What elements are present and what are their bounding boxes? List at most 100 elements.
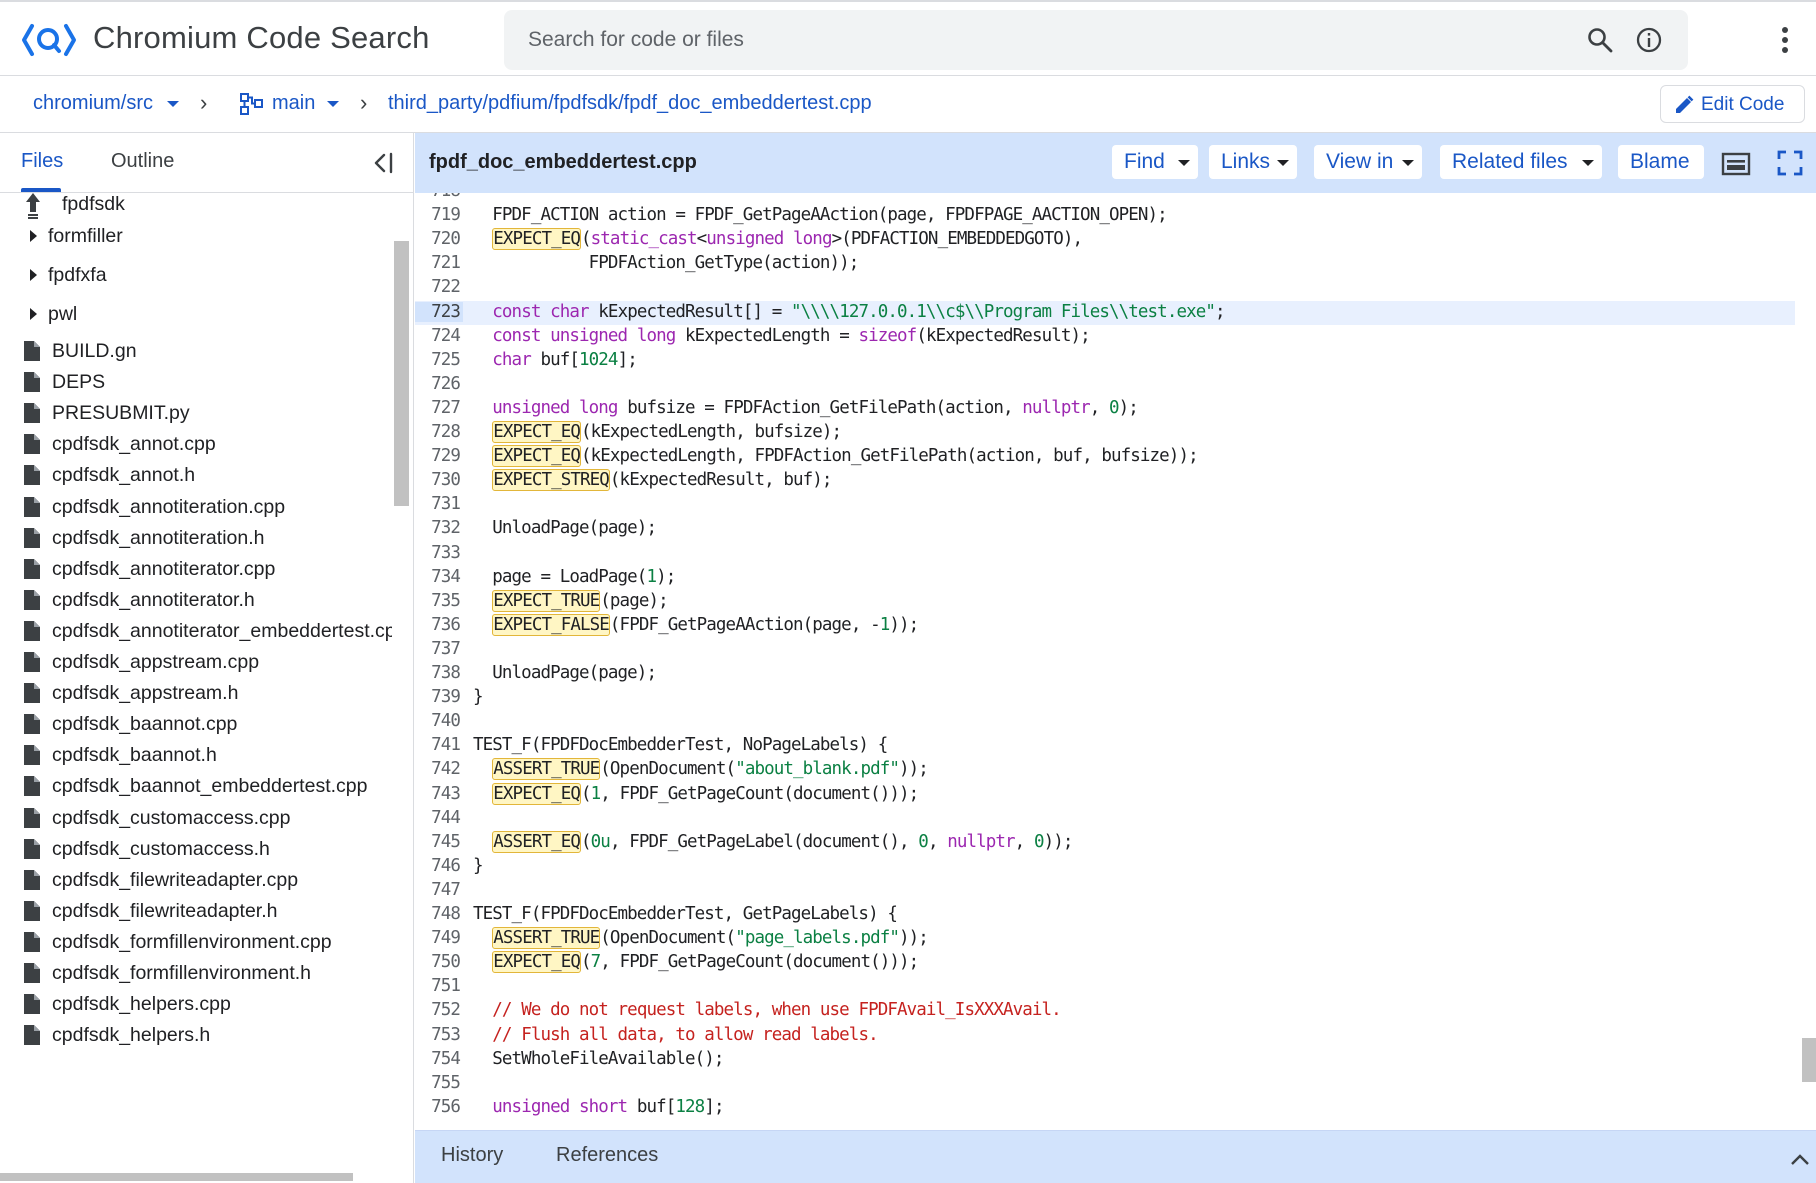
caret-right-icon[interactable] xyxy=(30,230,37,242)
tree-file[interactable]: cpdfsdk_helpers.cpp xyxy=(0,987,392,1021)
line-number[interactable]: 730 xyxy=(415,470,461,490)
line-number[interactable]: 720 xyxy=(415,229,461,249)
line-number[interactable]: 755 xyxy=(415,1073,461,1093)
tree-file[interactable]: cpdfsdk_customaccess.cpp xyxy=(0,801,392,835)
fullscreen-icon[interactable] xyxy=(1777,150,1803,176)
links-button[interactable]: Links xyxy=(1209,145,1297,179)
line-number[interactable]: 747 xyxy=(415,880,461,900)
caret-right-icon[interactable] xyxy=(30,269,37,281)
line-number[interactable]: 748 xyxy=(415,904,461,924)
tree-folder-formfiller[interactable]: formfiller xyxy=(0,219,392,253)
branch-dropdown-caret-icon[interactable] xyxy=(327,101,339,107)
line-number[interactable]: 754 xyxy=(415,1049,461,1069)
find-button[interactable]: Find xyxy=(1112,145,1198,179)
line-number[interactable]: 722 xyxy=(415,277,461,297)
tree-file[interactable]: cpdfsdk_annotiteration.h xyxy=(0,521,392,555)
branch-selector[interactable]: main xyxy=(272,92,315,115)
line-number[interactable]: 742 xyxy=(415,759,461,779)
sidebar-horizontal-scrollbar[interactable] xyxy=(0,1173,353,1181)
line-number[interactable]: 756 xyxy=(415,1097,461,1117)
line-number[interactable]: 736 xyxy=(415,615,461,635)
line-number[interactable]: 729 xyxy=(415,446,461,466)
line-number[interactable]: 750 xyxy=(415,952,461,972)
tree-item-parent[interactable]: fpdfsdk xyxy=(0,187,392,221)
file-path-link[interactable]: third_party/pdfium/fpdfsdk/fpdf_doc_embe… xyxy=(388,92,872,115)
line-number[interactable]: 718 xyxy=(415,193,461,201)
code-search-logo-icon[interactable] xyxy=(20,20,78,60)
search-input[interactable] xyxy=(528,10,1528,70)
line-number[interactable]: 737 xyxy=(415,639,461,659)
code-scrollbar-thumb[interactable] xyxy=(1802,1038,1816,1082)
tree-file[interactable]: cpdfsdk_appstream.h xyxy=(0,676,392,710)
toggle-panel-icon[interactable] xyxy=(1721,152,1751,176)
tree-file[interactable]: cpdfsdk_annot.h xyxy=(0,458,392,492)
search-bar[interactable] xyxy=(504,10,1688,70)
line-number[interactable]: 723 xyxy=(415,301,463,322)
line-number[interactable]: 727 xyxy=(415,398,461,418)
more-vert-icon[interactable] xyxy=(1769,22,1801,58)
sidebar-scrollbar-thumb[interactable] xyxy=(394,241,409,506)
tree-file[interactable]: cpdfsdk_filewriteadapter.h xyxy=(0,894,392,928)
info-icon[interactable] xyxy=(1635,26,1663,54)
chevron-up-icon[interactable] xyxy=(1789,1151,1811,1167)
tree-file[interactable]: cpdfsdk_annotiteration.cpp xyxy=(0,490,392,524)
line-number[interactable]: 719 xyxy=(415,205,461,225)
tree-file[interactable]: BUILD.gn xyxy=(0,334,392,368)
repo-selector[interactable]: chromium/src xyxy=(33,92,153,115)
line-number[interactable]: 739 xyxy=(415,687,461,707)
line-number[interactable]: 749 xyxy=(415,928,461,948)
tree-file[interactable]: cpdfsdk_filewriteadapter.cpp xyxy=(0,863,392,897)
tab-files[interactable]: Files xyxy=(21,150,63,173)
tree-file[interactable]: cpdfsdk_baannot.cpp xyxy=(0,707,392,741)
tab-history[interactable]: History xyxy=(441,1144,503,1167)
line-number[interactable]: 751 xyxy=(415,976,461,996)
tree-file[interactable]: cpdfsdk_annotiterator.cpp xyxy=(0,552,392,586)
search-icon[interactable] xyxy=(1586,26,1614,54)
caret-right-icon[interactable] xyxy=(30,308,37,320)
line-number[interactable]: 734 xyxy=(415,567,461,587)
tab-outline[interactable]: Outline xyxy=(111,150,174,173)
line-number[interactable]: 731 xyxy=(415,494,461,514)
line-number[interactable]: 728 xyxy=(415,422,461,442)
sidebar-scrollbar[interactable] xyxy=(394,241,409,1183)
line-number[interactable]: 725 xyxy=(415,350,461,370)
line-number[interactable]: 726 xyxy=(415,374,461,394)
tab-references[interactable]: References xyxy=(556,1144,658,1167)
edit-code-button[interactable]: Edit Code xyxy=(1660,85,1805,123)
line-number[interactable]: 752 xyxy=(415,1000,461,1020)
tree-file[interactable]: PRESUBMIT.py xyxy=(0,396,392,430)
line-number[interactable]: 738 xyxy=(415,663,461,683)
tree-file[interactable]: cpdfsdk_baannot_embeddertest.cpp xyxy=(0,769,392,803)
line-number[interactable]: 743 xyxy=(415,784,461,804)
tree-file[interactable]: cpdfsdk_appstream.cpp xyxy=(0,645,392,679)
repo-dropdown-caret-icon[interactable] xyxy=(167,101,179,107)
tree-folder-fpdfxfa[interactable]: fpdfxfa xyxy=(0,258,392,292)
line-number[interactable]: 721 xyxy=(415,253,461,273)
tree-file[interactable]: cpdfsdk_customaccess.h xyxy=(0,832,392,866)
line-number[interactable]: 746 xyxy=(415,856,461,876)
tree-file[interactable]: cpdfsdk_baannot.h xyxy=(0,738,392,772)
tree-file[interactable]: cpdfsdk_formfillenvironment.h xyxy=(0,956,392,990)
line-number[interactable]: 753 xyxy=(415,1025,461,1045)
tree-file[interactable]: cpdfsdk_annotiterator.h xyxy=(0,583,392,617)
line-number[interactable]: 741 xyxy=(415,735,461,755)
blame-button[interactable]: Blame xyxy=(1618,145,1704,179)
line-number[interactable]: 744 xyxy=(415,808,461,828)
tree-file[interactable]: cpdfsdk_helpers.h xyxy=(0,1018,392,1052)
line-number[interactable]: 740 xyxy=(415,711,461,731)
tree-file[interactable]: cpdfsdk_annot.cpp xyxy=(0,427,392,461)
tree-file[interactable]: cpdfsdk_formfillenvironment.cpp xyxy=(0,925,392,959)
tree-file[interactable]: DEPS xyxy=(0,365,392,399)
app-title[interactable]: Chromium Code Search xyxy=(93,20,430,56)
code-view[interactable]: 718 719 FPDF_ACTION action = FPDF_GetPage… xyxy=(415,193,1801,1130)
line-number[interactable]: 724 xyxy=(415,326,461,346)
line-number[interactable]: 745 xyxy=(415,832,461,852)
line-number[interactable]: 732 xyxy=(415,518,461,538)
view-in-button[interactable]: View in xyxy=(1314,145,1422,179)
line-number[interactable]: 735 xyxy=(415,591,461,611)
tree-file[interactable]: cpdfsdk_annotiterator_embeddertest.cpp xyxy=(0,614,392,648)
related-files-button[interactable]: Related files xyxy=(1440,145,1602,179)
line-number[interactable]: 733 xyxy=(415,543,461,563)
collapse-sidebar-icon[interactable] xyxy=(370,150,396,176)
tree-folder-pwl[interactable]: pwl xyxy=(0,297,392,331)
